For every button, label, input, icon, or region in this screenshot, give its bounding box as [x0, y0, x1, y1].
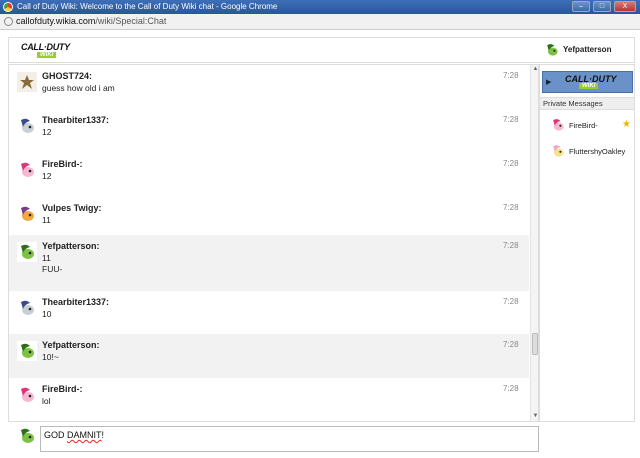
- chat-message: GHOST724: guess how old i am 7:28: [9, 65, 529, 109]
- message-avatar[interactable]: [17, 204, 37, 224]
- globe-icon: [4, 17, 13, 26]
- message-username[interactable]: Thearbiter1337:: [42, 297, 109, 307]
- message-text: lol: [42, 396, 51, 406]
- message-text: 11: [42, 215, 51, 225]
- message-avatar[interactable]: [17, 341, 37, 361]
- current-user-name[interactable]: Yefpatterson: [563, 45, 611, 54]
- pm-avatar: [550, 143, 566, 159]
- input-text-misspelled: DAMNIT: [67, 430, 102, 440]
- chat-message: FireBird-: 12 7:28: [9, 153, 529, 197]
- chat-header: CALL·DUTY WIKI Yefpatterson: [8, 37, 635, 63]
- url-path: /wiki/Special:Chat: [95, 16, 167, 26]
- message-text: FUU-: [42, 264, 63, 274]
- message-text: 12: [42, 127, 52, 137]
- message-username[interactable]: Yefpatterson:: [42, 340, 100, 350]
- triangle-right-icon: ▶: [546, 79, 552, 86]
- wiki-logo[interactable]: CALL·DUTY WIKI: [21, 42, 71, 60]
- message-text: 10!~: [42, 352, 59, 362]
- chat-message: Thearbiter1337: 10 7:28: [9, 291, 529, 334]
- close-button[interactable]: X: [614, 1, 636, 12]
- message-username[interactable]: GHOST724:: [42, 71, 92, 81]
- window-title-bar: Call of Duty Wiki: Welcome to the Call o…: [0, 0, 640, 14]
- message-timestamp: 7:28: [503, 203, 519, 212]
- message-timestamp: 7:28: [503, 297, 519, 306]
- input-text-prefix: GOD: [44, 430, 68, 440]
- window-title: Call of Duty Wiki: Welcome to the Call o…: [17, 2, 278, 11]
- scrollbar-thumb[interactable]: [532, 333, 538, 355]
- room-logo-line-2: WIKI: [579, 83, 599, 89]
- message-timestamp: 7:28: [503, 340, 519, 349]
- message-avatar[interactable]: [17, 116, 37, 136]
- pm-avatar: [550, 117, 566, 133]
- pm-username: FluttershyOakley: [569, 147, 626, 156]
- message-text: 12: [42, 171, 52, 181]
- chat-scrollbar[interactable]: ▲ ▼: [530, 65, 538, 421]
- url-text[interactable]: callofduty.wikia.com/wiki/Special:Chat: [16, 16, 166, 26]
- url-domain: callofduty.wikia.com: [16, 16, 96, 26]
- chat-message: Thearbiter1337: 12 7:28: [9, 109, 529, 153]
- chat-room-button[interactable]: ▶ CALL·DUTY WIKI: [542, 71, 633, 93]
- chat-message: FireBird-: lol 7:28: [9, 378, 529, 421]
- scroll-up-icon[interactable]: ▲: [531, 65, 538, 74]
- message-avatar[interactable]: [17, 72, 37, 92]
- message-text: 10: [42, 309, 52, 319]
- chat-message: Vulpes Twigy: 11 7:28: [9, 197, 529, 235]
- message-timestamp: 7:28: [503, 159, 519, 168]
- input-user-avatar: [17, 426, 37, 446]
- chat-message: Yefpatterson: 10!~ 7:28: [9, 334, 529, 378]
- maximize-button[interactable]: □: [593, 1, 611, 12]
- message-input[interactable]: GOD DAMNIT!: [40, 426, 539, 452]
- chat-message: Yefpatterson: 11 FUU- 7:28: [9, 235, 529, 291]
- private-message-user[interactable]: FluttershyOakley: [550, 143, 634, 161]
- message-timestamp: 7:28: [503, 115, 519, 124]
- message-username[interactable]: Yefpatterson:: [42, 241, 100, 251]
- message-avatar[interactable]: [17, 160, 37, 180]
- message-avatar[interactable]: [17, 242, 37, 262]
- minimize-button[interactable]: –: [572, 1, 590, 12]
- message-username[interactable]: FireBird-:: [42, 159, 83, 169]
- private-messages-header: Private Messages: [540, 97, 634, 110]
- input-text-suffix: !: [101, 430, 105, 440]
- message-username[interactable]: Thearbiter1337:: [42, 115, 109, 125]
- message-avatar[interactable]: [17, 385, 37, 405]
- chat-log[interactable]: GHOST724: guess how old i am 7:28 Thearbite…: [8, 64, 539, 422]
- address-bar[interactable]: callofduty.wikia.com/wiki/Special:Chat: [0, 14, 640, 30]
- scroll-down-icon[interactable]: ▼: [531, 412, 538, 421]
- logo-line-1: CALL·DUTY: [21, 42, 70, 52]
- message-username[interactable]: FireBird-:: [42, 384, 83, 394]
- pm-username: FireBird-: [569, 121, 598, 130]
- message-timestamp: 7:28: [503, 384, 519, 393]
- logo-line-2: WIKI: [37, 52, 57, 58]
- message-timestamp: 7:28: [503, 71, 519, 80]
- right-rail: ▶ CALL·DUTY WIKI Private Messages FireBi…: [539, 64, 635, 422]
- chrome-icon: [3, 2, 13, 12]
- message-username[interactable]: Vulpes Twigy:: [42, 203, 102, 213]
- current-user-avatar[interactable]: [544, 42, 560, 58]
- message-text: guess how old i am: [42, 83, 115, 93]
- star-icon: ★: [622, 119, 631, 130]
- message-timestamp: 7:28: [503, 241, 519, 250]
- message-text: 11: [42, 253, 51, 263]
- message-avatar[interactable]: [17, 298, 37, 318]
- private-message-user[interactable]: FireBird- ★: [550, 117, 634, 135]
